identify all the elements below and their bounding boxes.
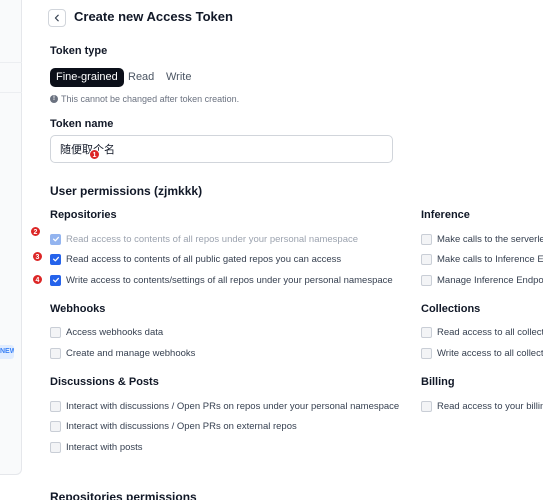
check-icon — [52, 256, 59, 262]
perm-billing-read[interactable]: Read access to your billin — [421, 399, 543, 413]
user-permissions-title: User permissions (zjmkkk) — [50, 184, 203, 198]
perm-repo-write-personal[interactable]: Write access to contents/settings of all… — [50, 273, 393, 287]
checkbox[interactable] — [50, 441, 61, 453]
perm-label: Access webhooks data — [66, 326, 164, 338]
annotation-marker-2: 2 — [30, 226, 41, 237]
annotation-marker-1: 1 — [89, 149, 100, 160]
check-icon — [52, 236, 59, 242]
billing-title: Billing — [421, 376, 455, 388]
perm-label: Write access to contents/settings of all… — [66, 274, 393, 286]
token-type-notice: ! This cannot be changed after token cre… — [50, 94, 239, 104]
perm-collections-read[interactable]: Read access to all collecti — [421, 325, 543, 339]
back-button[interactable] — [48, 9, 66, 27]
token-name-label: Token name — [50, 118, 114, 130]
perm-label: Read access to your billin — [437, 400, 543, 412]
checkbox[interactable] — [50, 326, 61, 338]
new-badge: NEW — [0, 345, 14, 359]
checkbox[interactable] — [421, 274, 432, 286]
perm-repo-read-gated[interactable]: Read access to contents of all public ga… — [50, 252, 341, 266]
perm-label: Make calls to Inference En — [437, 253, 543, 265]
perm-posts[interactable]: Interact with posts — [50, 440, 143, 454]
perm-label: Read access to contents of all repos und… — [66, 233, 359, 245]
perm-inference-endpoints[interactable]: Make calls to Inference En — [421, 252, 543, 266]
perm-webhooks-manage[interactable]: Create and manage webhooks — [50, 346, 195, 360]
perm-inference-serverless[interactable]: Make calls to the serverle — [421, 232, 543, 246]
annotation-marker-3: 3 — [32, 251, 43, 262]
notice-text: This cannot be changed after token creat… — [61, 94, 240, 104]
perm-label: Read access to contents of all public ga… — [66, 253, 342, 265]
checkbox[interactable] — [50, 420, 61, 432]
perm-discussions-external[interactable]: Interact with discussions / Open PRs on … — [50, 419, 297, 433]
perm-label: Interact with discussions / Open PRs on … — [66, 420, 297, 432]
perm-label: Interact with discussions / Open PRs on … — [66, 400, 400, 412]
annotation-marker-4: 4 — [32, 274, 43, 285]
checkbox[interactable] — [421, 253, 432, 265]
checkbox[interactable] — [50, 274, 61, 286]
sidebar-divider — [0, 92, 22, 93]
perm-label: Read access to all collecti — [437, 326, 543, 338]
page-title: Create new Access Token — [74, 9, 233, 24]
perm-repo-read-personal[interactable]: Read access to contents of all repos und… — [50, 232, 358, 246]
check-icon — [52, 277, 59, 283]
perm-label: Write access to all collecti — [437, 347, 543, 359]
repositories-title: Repositories — [50, 209, 117, 221]
token-type-label: Token type — [50, 45, 108, 57]
perm-inference-manage[interactable]: Manage Inference Endpoi — [421, 273, 543, 287]
perm-collections-write[interactable]: Write access to all collecti — [421, 346, 543, 360]
perm-webhooks-access[interactable]: Access webhooks data — [50, 325, 163, 339]
perm-label: Interact with posts — [66, 441, 143, 453]
sidebar-divider — [0, 62, 22, 63]
discussions-title: Discussions & Posts — [50, 376, 159, 388]
checkbox[interactable] — [50, 347, 61, 359]
webhooks-title: Webhooks — [50, 303, 106, 315]
chevron-left-icon — [54, 14, 59, 22]
checkbox[interactable] — [421, 400, 432, 412]
info-icon: ! — [50, 95, 58, 103]
perm-label: Manage Inference Endpoi — [437, 274, 543, 286]
checkbox[interactable] — [50, 253, 61, 265]
perm-label: Make calls to the serverle — [437, 233, 543, 245]
checkbox[interactable] — [421, 233, 432, 245]
repositories-permissions-title: Repositories permissions — [50, 490, 197, 500]
tab-write[interactable]: Write — [166, 68, 191, 87]
tab-fine-grained[interactable]: Fine-grained — [50, 68, 124, 87]
perm-label: Create and manage webhooks — [66, 347, 196, 359]
left-sidebar — [0, 0, 22, 475]
inference-title: Inference — [421, 209, 470, 221]
perm-discussions-personal[interactable]: Interact with discussions / Open PRs on … — [50, 399, 399, 413]
checkbox[interactable] — [421, 326, 432, 338]
checkbox[interactable] — [50, 233, 61, 245]
collections-title: Collections — [421, 303, 481, 315]
checkbox[interactable] — [50, 400, 61, 412]
tab-read[interactable]: Read — [128, 68, 154, 87]
token-name-input[interactable] — [50, 135, 393, 163]
checkbox[interactable] — [421, 347, 432, 359]
